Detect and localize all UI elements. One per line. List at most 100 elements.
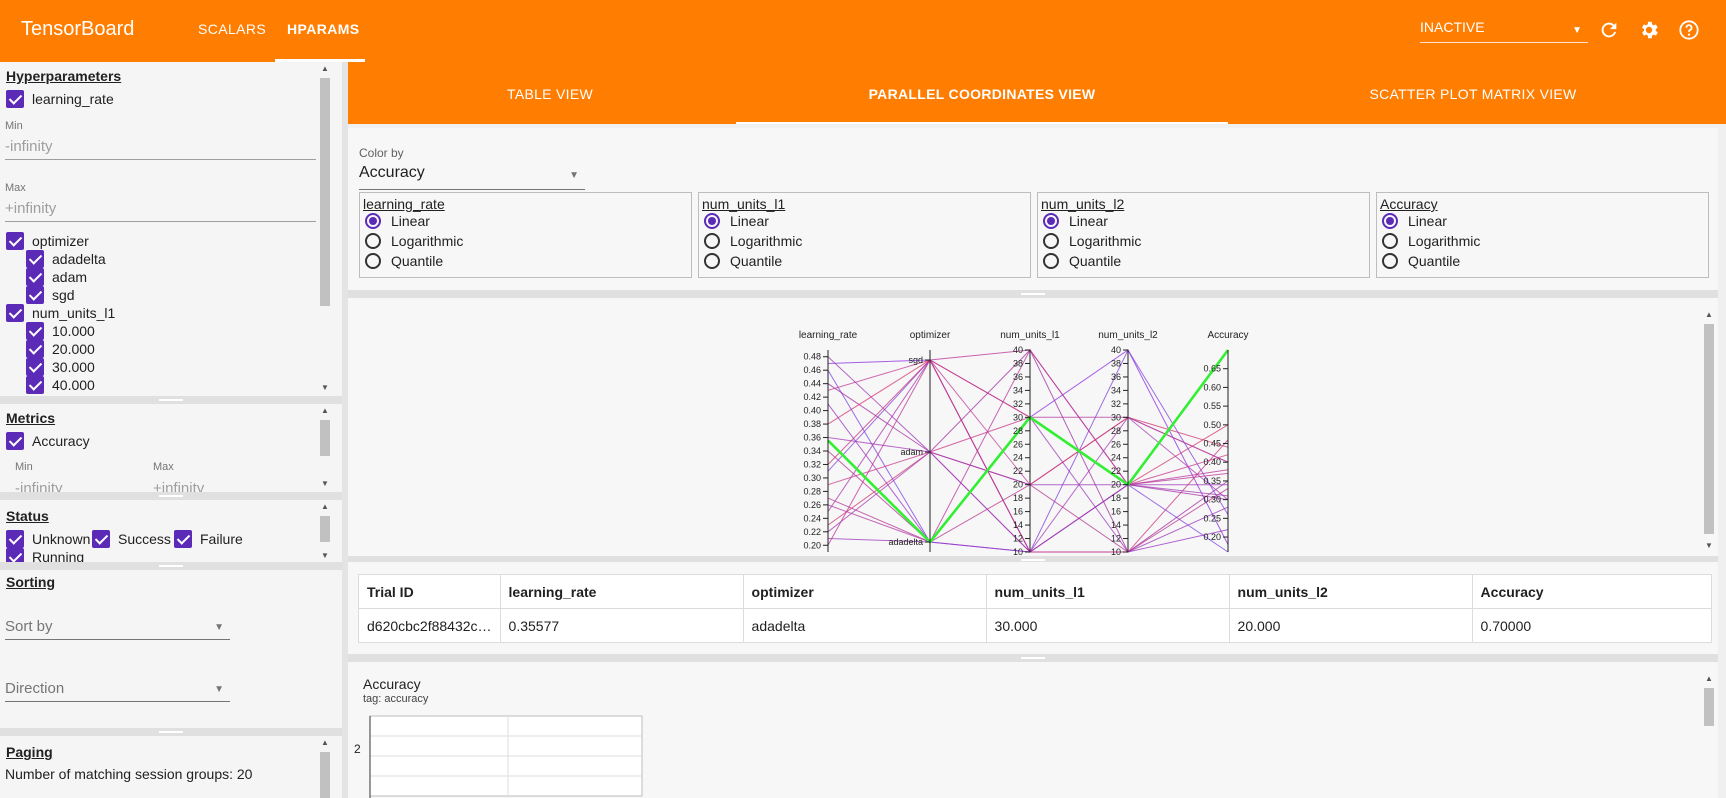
metric-chart[interactable] [368, 714, 668, 798]
radio-linear[interactable]: Linear [365, 213, 430, 229]
color-by-select[interactable]: Accuracy ▼ [359, 164, 585, 190]
run-state-select[interactable]: INACTIVE ▼ [1420, 19, 1588, 43]
status-label: Unknown [32, 531, 91, 547]
direction-select[interactable]: Direction ▼ [5, 680, 230, 702]
scroll-thumb[interactable] [320, 516, 330, 542]
hyperparameters-scrollbar[interactable]: ▲ ▼ [320, 64, 330, 392]
accuracy-checkbox[interactable]: Accuracy [6, 432, 90, 450]
section-resize-handle[interactable] [0, 562, 342, 570]
axis-tick-label: 36 [1013, 372, 1023, 382]
status-failure-checkbox[interactable]: Failure [174, 530, 243, 548]
scroll-down-icon[interactable]: ▼ [321, 551, 329, 560]
accuracy-max-input[interactable]: +infinity [153, 480, 273, 492]
tab-table-view[interactable]: TABLE VIEW [348, 86, 752, 102]
radio-logarithmic[interactable]: Logarithmic [704, 233, 802, 249]
scroll-down-icon[interactable]: ▼ [321, 479, 329, 488]
axis-tick-label: 20 [1013, 480, 1023, 490]
accuracy-min-input[interactable]: -infinity [15, 480, 135, 492]
section-resize-handle[interactable] [0, 492, 342, 500]
status-success-checkbox[interactable]: Success [92, 530, 171, 548]
tab-parallel-coordinates-view[interactable]: PARALLEL COORDINATES VIEW [736, 86, 1228, 102]
tab-scalars[interactable]: SCALARS [198, 21, 266, 37]
num-units-l1-40-checkbox[interactable]: 40.000 [26, 376, 95, 394]
color-by-label: Color by [359, 146, 404, 160]
axis-tick-label: 0.36 [803, 433, 821, 443]
scroll-up-icon[interactable]: ▲ [1705, 674, 1713, 683]
num-units-l1-20-checkbox[interactable]: 20.000 [26, 340, 95, 358]
tab-hparams[interactable]: HPARAMS [287, 21, 360, 37]
axis-tick-label: 0.20 [1203, 532, 1221, 542]
scroll-up-icon[interactable]: ▲ [1705, 310, 1713, 319]
radio-linear[interactable]: Linear [704, 213, 769, 229]
optimizer-adadelta-checkbox[interactable]: adadelta [26, 250, 106, 268]
parallel-coordinates-plot[interactable]: learning_rate 0.48 0.46 0.44 0.42 0.40 0.38 0.3… [348, 298, 1708, 557]
optimizer-checkbox[interactable]: optimizer [6, 232, 89, 250]
radio-logarithmic[interactable]: Logarithmic [1043, 233, 1141, 249]
optimizer-sgd-checkbox[interactable]: sgd [26, 286, 75, 304]
refresh-icon[interactable] [1596, 17, 1622, 43]
axis-tick-label: 0.40 [803, 406, 821, 416]
metrics-section: Metrics Accuracy Min Max -infinity +infi… [0, 404, 342, 492]
learning-rate-min-label: Min [5, 120, 23, 132]
num-units-l1-checkbox[interactable]: num_units_l1 [6, 304, 115, 322]
num-units-l1-30-checkbox[interactable]: 30.000 [26, 358, 95, 376]
radio-logarithmic[interactable]: Logarithmic [365, 233, 463, 249]
radio-logarithmic[interactable]: Logarithmic [1382, 233, 1480, 249]
sort-by-select[interactable]: Sort by ▼ [5, 618, 230, 640]
scroll-up-icon[interactable]: ▲ [321, 738, 329, 747]
table-row[interactable]: d620cbc2f88432c… 0.35577 adadelta 30.000… [358, 608, 1713, 643]
learning-rate-max-label: Max [5, 182, 26, 194]
gear-icon[interactable] [1636, 17, 1662, 43]
scroll-thumb[interactable] [320, 78, 330, 306]
paging-scrollbar[interactable]: ▲ [320, 738, 330, 798]
radio-quantile[interactable]: Quantile [1043, 253, 1121, 269]
scroll-up-icon[interactable]: ▲ [321, 502, 329, 511]
metrics-scrollbar[interactable]: ▲ ▼ [320, 406, 330, 488]
color-by-value: Accuracy [359, 164, 425, 181]
scroll-thumb[interactable] [1704, 688, 1714, 726]
learning-rate-min-input[interactable]: -infinity [5, 138, 316, 160]
learning-rate-checkbox[interactable]: learning_rate [6, 90, 114, 108]
status-scrollbar[interactable]: ▲ ▼ [320, 502, 330, 560]
column-header: num_units_l2 [1228, 574, 1473, 609]
status-running-checkbox[interactable]: Running [6, 548, 84, 562]
num-units-l1-10-checkbox[interactable]: 10.000 [26, 322, 95, 340]
status-unknown-checkbox[interactable]: Unknown [6, 530, 90, 548]
section-resize-handle[interactable] [0, 396, 342, 404]
matching-session-count: Number of matching session groups: 20 [5, 766, 253, 782]
column-header: Trial ID [358, 574, 501, 609]
radio-unselected-icon [365, 233, 381, 249]
axis-tick-label: 30 [1013, 412, 1023, 422]
radio-label: Linear [1408, 213, 1447, 229]
help-icon[interactable] [1676, 17, 1702, 43]
axis-tick-label: 0.44 [803, 379, 821, 389]
tab-scatter-plot-matrix-view[interactable]: SCATTER PLOT MATRIX VIEW [1228, 86, 1718, 102]
plot-scrollbar[interactable]: ▲ ▼ [1704, 310, 1714, 550]
panel-resize-handle[interactable] [348, 654, 1718, 662]
scroll-thumb[interactable] [1704, 324, 1714, 534]
scroll-down-icon[interactable]: ▼ [321, 383, 329, 392]
axis-tick-label: 40 [1111, 345, 1121, 355]
scroll-thumb[interactable] [320, 752, 330, 798]
series-line [827, 349, 1229, 546]
axis-tick-label: 0.45 [1203, 439, 1221, 449]
radio-linear[interactable]: Linear [1382, 213, 1447, 229]
chart-scrollbar[interactable]: ▲ [1704, 674, 1714, 794]
radio-linear[interactable]: Linear [1043, 213, 1108, 229]
axis-tick-label: 26 [1013, 439, 1023, 449]
radio-quantile[interactable]: Quantile [1382, 253, 1460, 269]
scroll-up-icon[interactable]: ▲ [321, 406, 329, 415]
panel-resize-handle[interactable] [348, 290, 1718, 298]
section-resize-handle[interactable] [0, 728, 342, 736]
top-app-bar: TensorBoard SCALARS HPARAMS INACTIVE ▼ [0, 0, 1726, 62]
optimizer-adam-checkbox[interactable]: adam [26, 268, 87, 286]
learning-rate-max-input[interactable]: +infinity [5, 200, 316, 222]
scroll-thumb[interactable] [320, 420, 330, 456]
radio-quantile[interactable]: Quantile [704, 253, 782, 269]
direction-placeholder: Direction [5, 680, 65, 697]
axis-tick-label: 0.65 [1203, 364, 1221, 374]
scroll-down-icon[interactable]: ▼ [1705, 541, 1713, 550]
scroll-up-icon[interactable]: ▲ [321, 64, 329, 73]
status-label: Running [32, 549, 85, 562]
radio-quantile[interactable]: Quantile [365, 253, 443, 269]
